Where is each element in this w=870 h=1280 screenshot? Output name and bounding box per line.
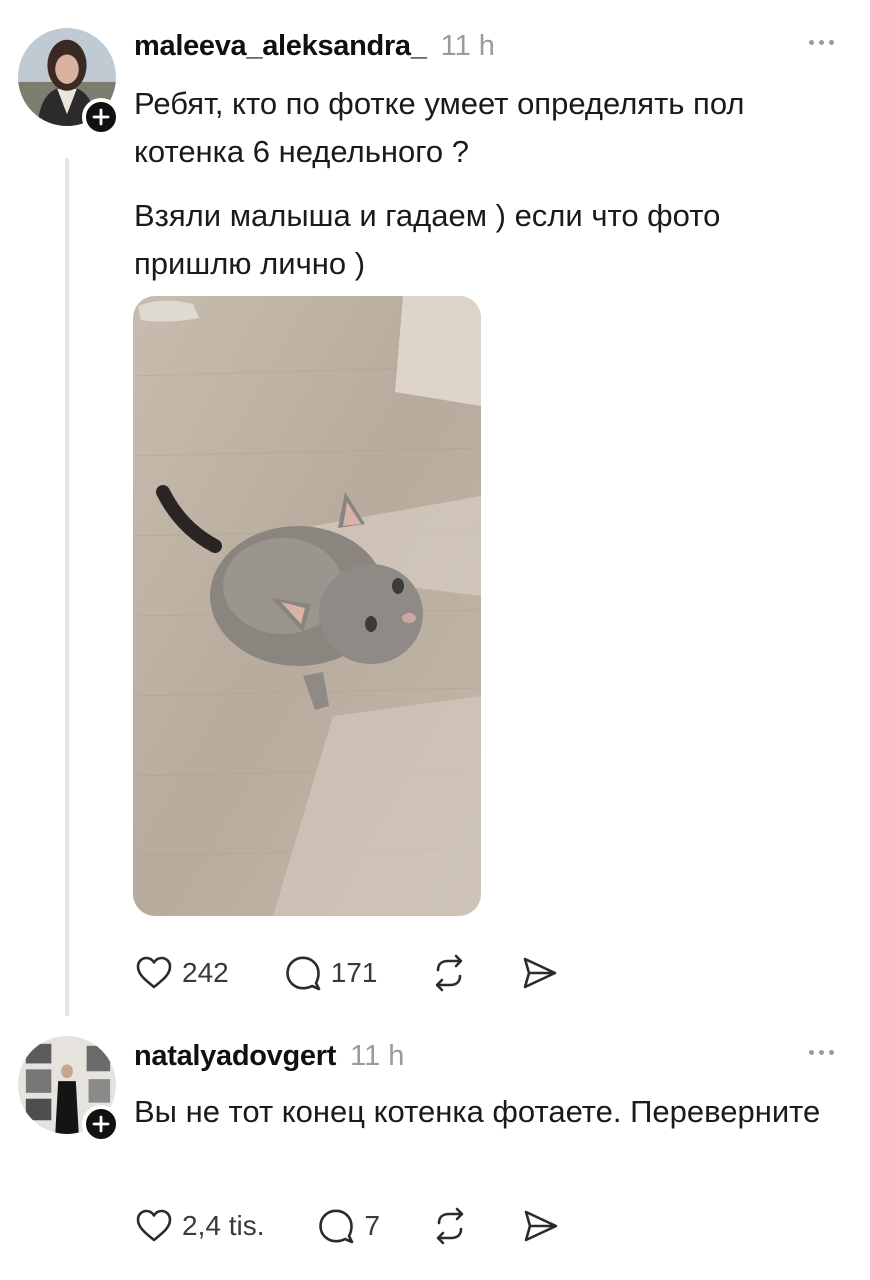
more-dots-icon[interactable] [809, 1050, 834, 1055]
post-header: natalyadovgert 11 h [134, 1040, 404, 1073]
reply-count: 171 [330, 957, 378, 988]
thread-connector-line [65, 158, 69, 1016]
kitten-photo [133, 296, 481, 916]
username[interactable]: natalyadovgert [134, 1040, 336, 1073]
heart-icon [136, 956, 172, 989]
share-button[interactable] [520, 1206, 560, 1246]
like-button[interactable]: 242 [134, 953, 229, 993]
post-time: 11 h [440, 30, 495, 62]
like-button[interactable]: 2,4 tis. [134, 1206, 264, 1246]
repost-button[interactable] [430, 1206, 470, 1246]
plus-icon [92, 1115, 110, 1133]
post-actions: 242 171 [134, 953, 559, 993]
reply-button[interactable]: 7 [316, 1206, 380, 1246]
comment-icon [285, 956, 321, 991]
like-count: 2,4 tis. [182, 1210, 265, 1241]
post-header: maleeva_aleksandra_ 11 h [134, 30, 495, 63]
username[interactable]: maleeva_aleksandra_ [134, 30, 427, 63]
heart-icon [136, 1209, 172, 1242]
repost-icon [436, 954, 463, 992]
share-button[interactable] [519, 953, 559, 993]
reply-count: 7 [364, 1210, 381, 1241]
send-icon [524, 957, 557, 989]
post-text: Ребят, кто по фотке умеет определять пол… [134, 86, 745, 169]
post-text: Взяли малыша и гадаем ) если что фото пр… [134, 198, 721, 281]
thread-post: natalyadovgert 11 h Вы не тот конец коте… [0, 1030, 870, 1280]
like-count: 242 [182, 957, 229, 988]
reply-button[interactable]: 171 [283, 953, 378, 993]
post-actions: 2,4 tis. 7 [134, 1206, 560, 1246]
repost-icon [436, 1207, 464, 1245]
thread-post: maleeva_aleksandra_ 11 h Ребят, кто по ф… [0, 20, 870, 1020]
follow-button[interactable] [82, 1105, 120, 1143]
post-time: 11 h [350, 1040, 405, 1072]
more-dots-icon[interactable] [809, 40, 834, 45]
plus-icon [92, 108, 110, 126]
follow-button[interactable] [82, 98, 120, 136]
repost-button[interactable] [429, 953, 469, 993]
post-text: Вы не тот конец котенка фотаете. Перевер… [134, 1094, 821, 1129]
comment-icon [319, 1209, 354, 1244]
send-icon [524, 1210, 558, 1242]
post-image[interactable] [133, 296, 481, 916]
